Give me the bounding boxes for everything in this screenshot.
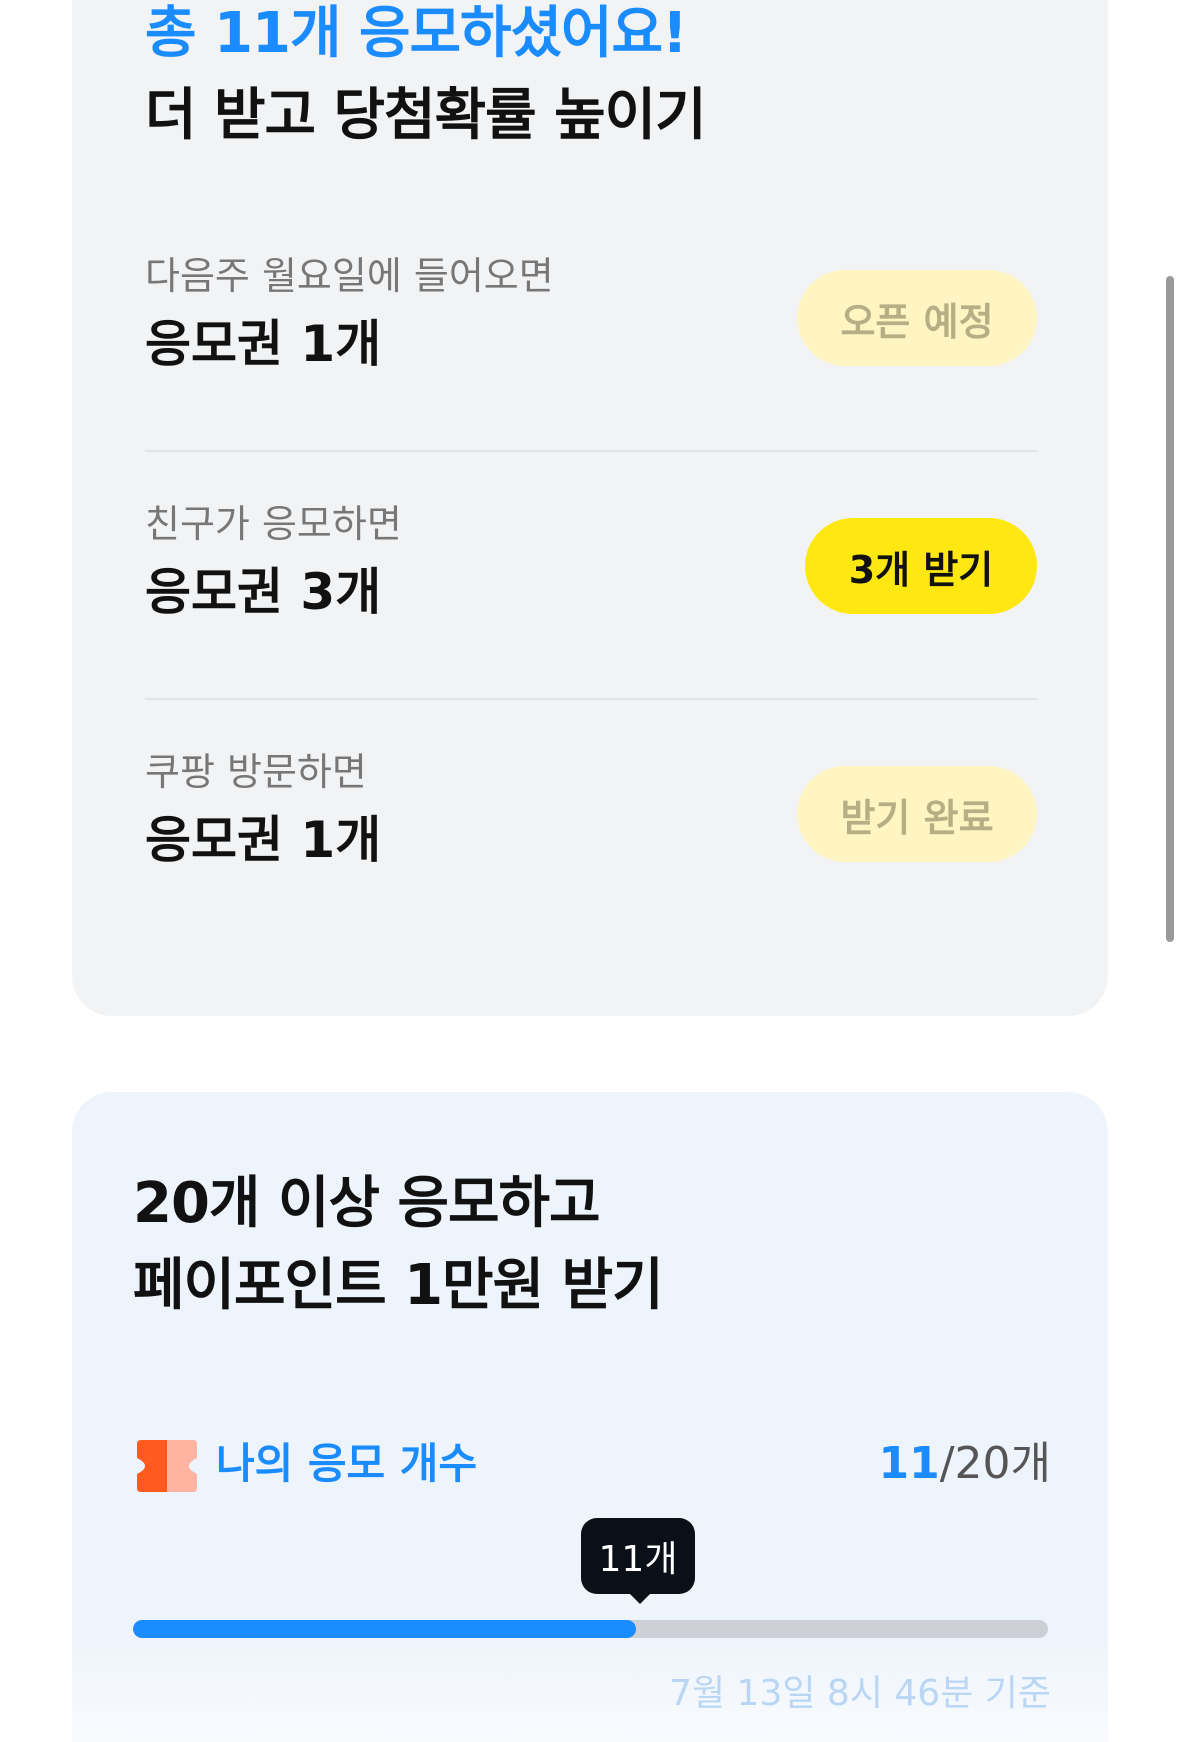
get-3-tickets-button[interactable]: 3개 받기 [805,518,1037,614]
received-button: 받기 완료 [797,766,1037,862]
progress-bar [133,1620,1048,1638]
tooltip-arrow [628,1592,652,1604]
task-reward: 응모권 3개 [145,563,382,621]
task-reward: 응모권 1개 [145,315,382,373]
more-entries-heading: 더 받고 당첨확률 높이기 [145,83,707,148]
progress-tooltip: 11개 [581,1518,695,1594]
divider [145,698,1037,700]
ticket-icon [137,1440,197,1492]
task-condition: 친구가 응모하면 [145,502,402,546]
page: 총 11개 응모하셨어요! 더 받고 당첨확률 높이기 다음주 월요일에 들어오… [0,0,1179,1742]
task-row-coupang: 쿠팡 방문하면 응모권 1개 받기 완료 [145,748,1037,994]
task-reward: 응모권 1개 [145,811,382,869]
task-condition: 쿠팡 방문하면 [145,750,367,794]
open-scheduled-button: 오픈 예정 [797,270,1037,366]
divider [145,450,1037,452]
task-row-friend: 친구가 응모하면 응모권 3개 3개 받기 [145,500,1037,746]
updated-timestamp: 7월 13일 8시 46분 기준 [669,1673,1051,1714]
promo-title-line1: 20개 이상 응모하고 [133,1171,601,1236]
task-condition: 다음주 월요일에 들어오면 [145,254,554,298]
task-row-monday: 다음주 월요일에 들어오면 응모권 1개 오픈 예정 [145,252,1037,498]
entries-total: /20개 [939,1438,1051,1489]
entries-current: 11 [878,1438,940,1489]
progress-fill [133,1620,637,1638]
my-entries-label: 나의 응모 개수 [216,1439,478,1488]
promo-title-line2: 페이포인트 1만원 받기 [133,1253,664,1318]
entries-count: 11/20개 [878,1436,1051,1492]
scrollbar[interactable] [1166,276,1174,942]
total-entries-heading: 총 11개 응모하셨어요! [145,1,688,66]
